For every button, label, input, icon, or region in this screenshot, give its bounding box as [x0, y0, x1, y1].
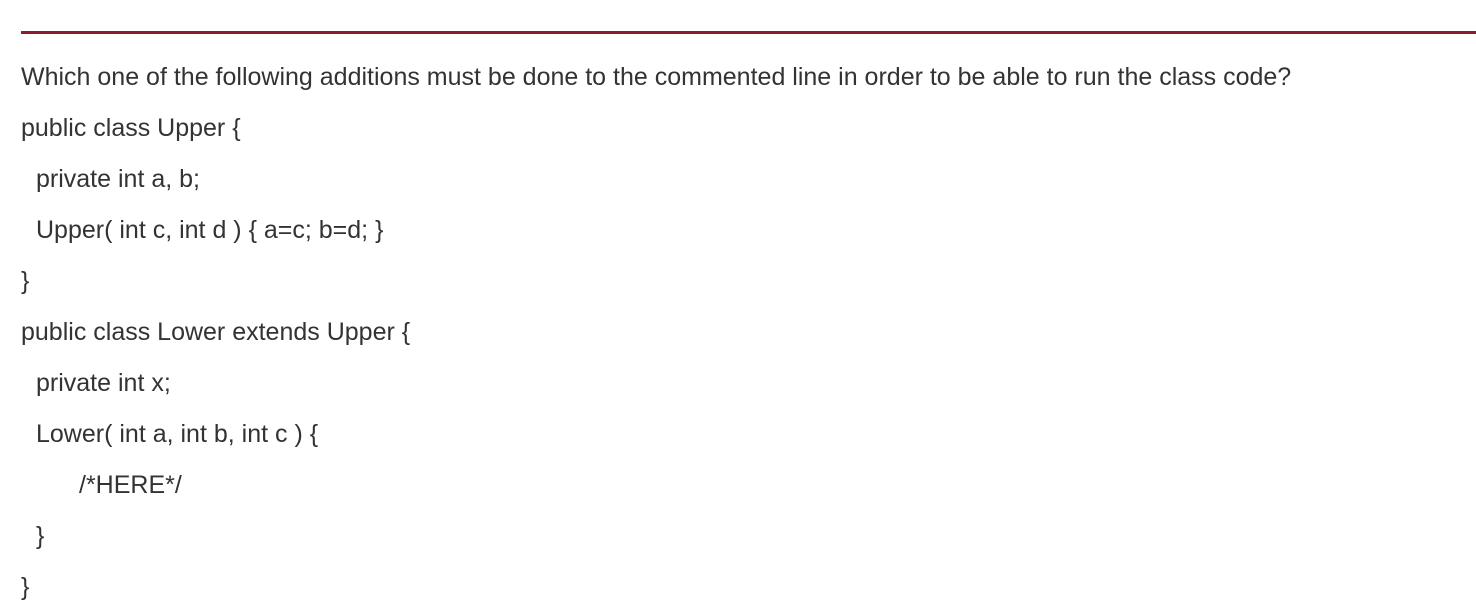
question-text: Which one of the following additions mus…	[21, 63, 1292, 91]
code-line-upper-constructor: Upper( int c, int d ) { a=c; b=d; }	[36, 216, 384, 244]
code-line-lower-field: private int x;	[36, 369, 171, 397]
code-line-here-comment: /*HERE*/	[79, 471, 182, 499]
code-line-constructor-close: }	[36, 522, 45, 550]
code-line-lower-class: public class Lower extends Upper {	[21, 318, 411, 346]
top-divider	[21, 31, 1476, 34]
question-content: Which one of the following additions mus…	[21, 52, 1476, 613]
code-line-upper-fields: private int a, b;	[36, 165, 200, 193]
code-line-upper-class: public class Upper {	[21, 114, 241, 142]
code-line-lower-close: }	[21, 573, 30, 601]
code-line-upper-close: }	[21, 267, 30, 295]
code-line-lower-constructor: Lower( int a, int b, int c ) {	[36, 420, 319, 448]
